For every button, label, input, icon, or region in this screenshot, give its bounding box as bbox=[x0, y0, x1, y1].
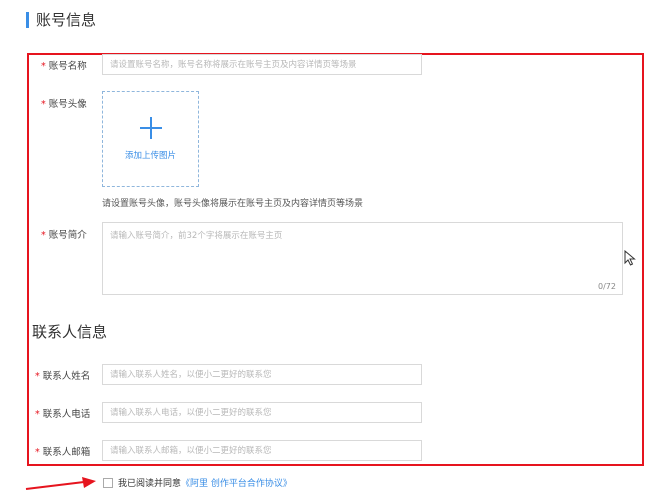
intro-char-counter: 0/72 bbox=[598, 282, 616, 291]
avatar-hint: 请设置账号头像，账号头像将展示在账号主页及内容详情页等场景 bbox=[102, 199, 364, 209]
mouse-pointer-icon bbox=[624, 250, 636, 266]
contact-phone-label-text: 联系人电话 bbox=[42, 409, 91, 420]
account-name-label-text: 账号名称 bbox=[48, 61, 87, 72]
contact-name-label-text: 联系人姓名 bbox=[42, 371, 91, 382]
required-mark: * bbox=[41, 230, 46, 241]
contact-email-input[interactable] bbox=[102, 440, 422, 461]
account-intro-label: * 账号简介 bbox=[41, 227, 87, 241]
red-arrow-icon bbox=[25, 477, 96, 490]
contact-section-title-text: 联系人信息 bbox=[32, 323, 108, 341]
plus-icon bbox=[139, 117, 162, 139]
agreement-checkbox[interactable] bbox=[103, 477, 113, 488]
avatar-upload-label: 添加上传图片 bbox=[124, 151, 176, 161]
required-mark: * bbox=[35, 371, 40, 382]
contact-name-input[interactable] bbox=[102, 364, 422, 385]
account-name-label: * 账号名称 bbox=[41, 58, 87, 72]
contact-section-title: 联系人信息 bbox=[32, 321, 107, 342]
required-mark: * bbox=[35, 409, 40, 420]
section-title-bar bbox=[26, 11, 29, 28]
avatar-upload-button[interactable]: 添加上传图片 bbox=[102, 91, 199, 187]
required-mark: * bbox=[35, 447, 40, 458]
account-avatar-label-text: 账号头像 bbox=[48, 99, 87, 110]
contact-email-label: * 联系人邮箱 bbox=[35, 444, 90, 458]
agreement-text: 我已阅读并同意 bbox=[118, 479, 182, 489]
account-intro-textarea[interactable] bbox=[102, 222, 623, 295]
required-mark: * bbox=[41, 61, 46, 72]
account-name-input[interactable] bbox=[102, 54, 422, 75]
agreement-row: 我已阅读并同意 《阿里 创作平台合作协议》 bbox=[103, 476, 292, 489]
account-avatar-label: * 账号头像 bbox=[41, 96, 87, 110]
account-section-title: 账号信息 bbox=[26, 9, 96, 30]
required-mark: * bbox=[41, 99, 46, 110]
agreement-link[interactable]: 《阿里 创作平台合作协议》 bbox=[181, 476, 292, 489]
contact-email-label-text: 联系人邮箱 bbox=[42, 447, 91, 458]
account-intro-label-text: 账号简介 bbox=[48, 230, 87, 241]
account-section-title-text: 账号信息 bbox=[36, 11, 97, 29]
contact-phone-input[interactable] bbox=[102, 402, 422, 423]
contact-phone-label: * 联系人电话 bbox=[35, 406, 90, 420]
contact-name-label: * 联系人姓名 bbox=[35, 368, 90, 382]
